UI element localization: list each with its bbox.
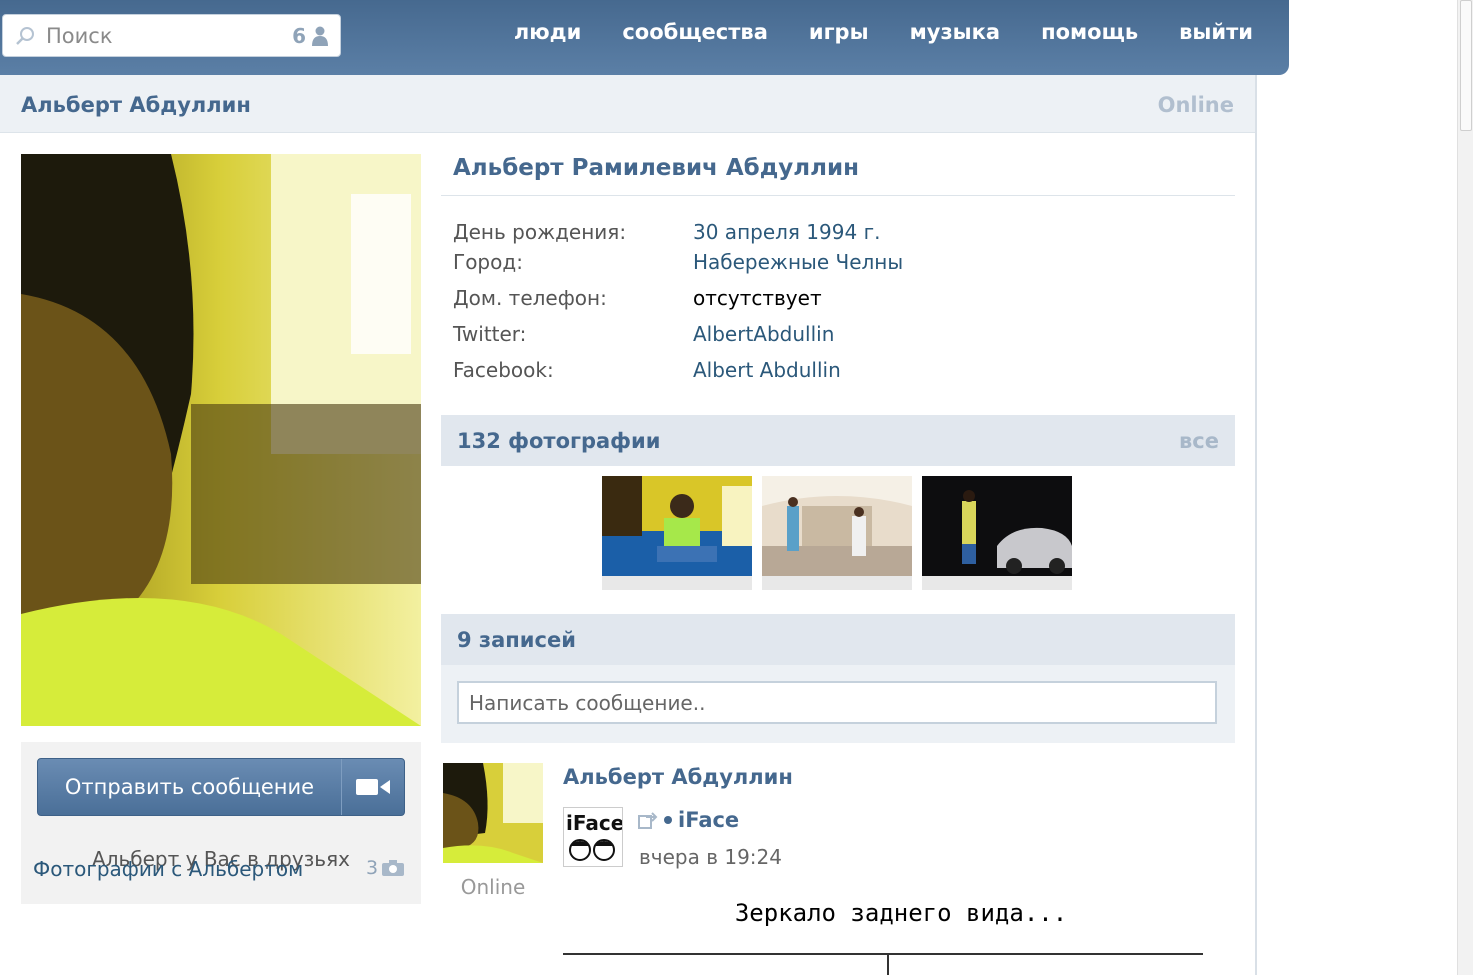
video-call-icon[interactable] (342, 759, 404, 815)
post-time[interactable]: вчера в 19:24 (639, 845, 782, 869)
photos-section-header[interactable]: 132 фотографии все (441, 415, 1235, 466)
post-image-divider-vertical (887, 955, 889, 975)
nav-groups[interactable]: сообщества (622, 20, 768, 44)
repost-line: iFace (638, 808, 739, 832)
nav-help[interactable]: помощь (1041, 20, 1138, 44)
post-author-name[interactable]: Альберт Абдуллин (563, 765, 793, 789)
nav-music[interactable]: музыка (910, 20, 1000, 44)
bullet-icon (664, 816, 672, 824)
repost-source-logo[interactable]: iFace (563, 807, 624, 867)
birthday-label: День рождения: (453, 220, 627, 244)
city-label: Город: (453, 250, 523, 274)
photos-with-count-value: 3 (366, 857, 379, 879)
nav-games[interactable]: игры (809, 20, 869, 44)
search-input[interactable]: Поиск (46, 24, 292, 48)
photo-thumbnail[interactable] (922, 476, 1072, 590)
repost-logo-text: iFace (566, 811, 622, 835)
user-icon (312, 26, 328, 46)
facebook-label: Facebook: (453, 358, 554, 382)
full-name: Альберт Рамилевич Абдуллин (453, 155, 859, 181)
main-nav: люди сообщества игры музыка помощь выйти (473, 20, 1253, 44)
repost-icon (638, 812, 658, 829)
phone-label: Дом. телефон: (453, 286, 607, 310)
camera-icon (382, 860, 405, 876)
page-scrollbar[interactable] (1457, 0, 1473, 975)
profile-header-name: Альберт Абдуллин (21, 93, 251, 117)
nav-people[interactable]: люди (514, 20, 581, 44)
repost-source-name[interactable]: iFace (678, 808, 739, 832)
send-message-button[interactable]: Отправить сообщение (37, 758, 405, 816)
photos-all-link[interactable]: все (1179, 429, 1219, 453)
birthday-value[interactable]: 30 апреля 1994 г. (693, 220, 880, 244)
post-author-avatar[interactable] (443, 763, 543, 863)
wall-count-title[interactable]: 9 записей (457, 628, 576, 652)
send-message-label: Отправить сообщение (38, 759, 342, 815)
wall-section-header: 9 записей (441, 614, 1235, 665)
post-image-caption: Зеркало заднего вида... (734, 899, 1068, 927)
facebook-link[interactable]: Albert Abdullin (693, 358, 841, 382)
twitter-link[interactable]: AlbertAbdullin (693, 322, 834, 346)
city-value[interactable]: Набережные Челны (693, 250, 903, 274)
photos-with-count[interactable]: 3 (366, 857, 405, 879)
friends-online-count[interactable]: 6 (292, 24, 306, 48)
search-icon (14, 25, 36, 47)
phone-value: отсутствует (693, 286, 822, 310)
divider (441, 195, 1235, 196)
online-status: Online (1157, 93, 1234, 117)
nav-logout[interactable]: выйти (1179, 20, 1253, 44)
photos-with-link[interactable]: Фотографии с Альбертом (33, 857, 303, 881)
top-header: Поиск 6 люди сообщества игры музыка помо… (0, 0, 1289, 75)
photos-count-title[interactable]: 132 фотографии (457, 429, 660, 453)
profile-name-bar: Альберт Абдуллин Online (0, 75, 1255, 133)
wall-compose: Написать сообщение.. (441, 665, 1235, 743)
scrollbar-thumb[interactable] (1460, 0, 1472, 131)
profile-avatar[interactable] (21, 154, 421, 726)
profile-page: Альберт Абдуллин Online Отправить сообще… (0, 75, 1257, 975)
post-author-online: Online (460, 875, 526, 899)
post-image-divider (563, 953, 1203, 955)
wall-post-input[interactable]: Написать сообщение.. (457, 681, 1217, 724)
twitter-label: Twitter: (453, 322, 527, 346)
search-box[interactable]: Поиск 6 (2, 14, 341, 57)
photo-thumbnail[interactable] (762, 476, 912, 590)
photo-thumbnail[interactable] (602, 476, 752, 590)
